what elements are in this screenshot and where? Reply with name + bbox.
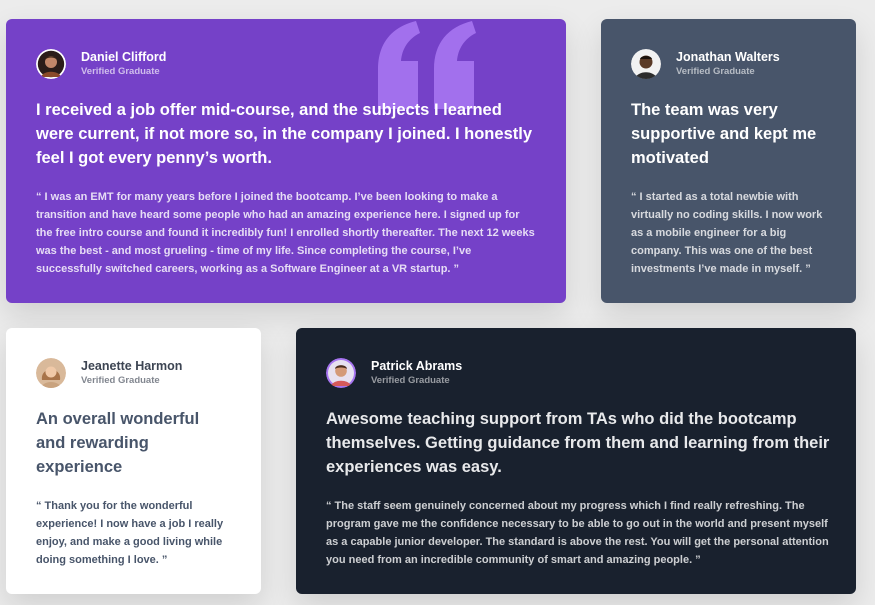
testimonials-grid: Daniel Clifford Verified Graduate I rece… bbox=[0, 0, 875, 605]
testimonial-quote: “ Thank you for the wonderful experience… bbox=[36, 500, 224, 566]
testimonial-headline: Awesome teaching support from TAs who di… bbox=[326, 410, 830, 476]
avatar-jonathan-icon bbox=[631, 49, 661, 79]
testimonial-quote: “ I was an EMT for many years before I j… bbox=[36, 191, 535, 275]
author-name: Daniel Clifford bbox=[81, 50, 167, 64]
author-role: Verified Graduate bbox=[81, 66, 160, 77]
author-name: Jonathan Walters bbox=[676, 50, 780, 64]
avatar-jeanette-icon bbox=[36, 358, 66, 388]
author-name: Patrick Abrams bbox=[371, 359, 463, 373]
author-block: Patrick Abrams Verified Graduate bbox=[326, 358, 826, 388]
testimonial-card-patrick: Patrick Abrams Verified Graduate Awesome… bbox=[296, 328, 856, 594]
testimonial-quote: “ The staff seem genuinely concerned abo… bbox=[326, 500, 829, 566]
author-role: Verified Graduate bbox=[676, 66, 755, 77]
testimonial-card-daniel: Daniel Clifford Verified Graduate I rece… bbox=[6, 19, 566, 303]
testimonial-headline: I received a job offer mid-course, and t… bbox=[36, 101, 532, 167]
author-role: Verified Graduate bbox=[371, 375, 450, 386]
testimonial-card-jonathan: Jonathan Walters Verified Graduate The t… bbox=[601, 19, 856, 303]
author-block: Jonathan Walters Verified Graduate bbox=[631, 49, 826, 79]
testimonial-card-jeanette: Jeanette Harmon Verified Graduate An ove… bbox=[6, 328, 261, 594]
author-name: Jeanette Harmon bbox=[81, 359, 183, 373]
avatar-daniel-icon bbox=[36, 49, 66, 79]
author-block: Jeanette Harmon Verified Graduate bbox=[36, 358, 231, 388]
avatar-patrick-icon bbox=[326, 358, 356, 388]
author-block: Daniel Clifford Verified Graduate bbox=[36, 49, 536, 79]
testimonial-quote: “ I started as a total newbie with virtu… bbox=[631, 191, 823, 275]
testimonial-headline: An overall wonderful and rewarding exper… bbox=[36, 410, 200, 476]
testimonial-headline: The team was very supportive and kept me… bbox=[631, 101, 817, 167]
author-role: Verified Graduate bbox=[81, 375, 160, 386]
